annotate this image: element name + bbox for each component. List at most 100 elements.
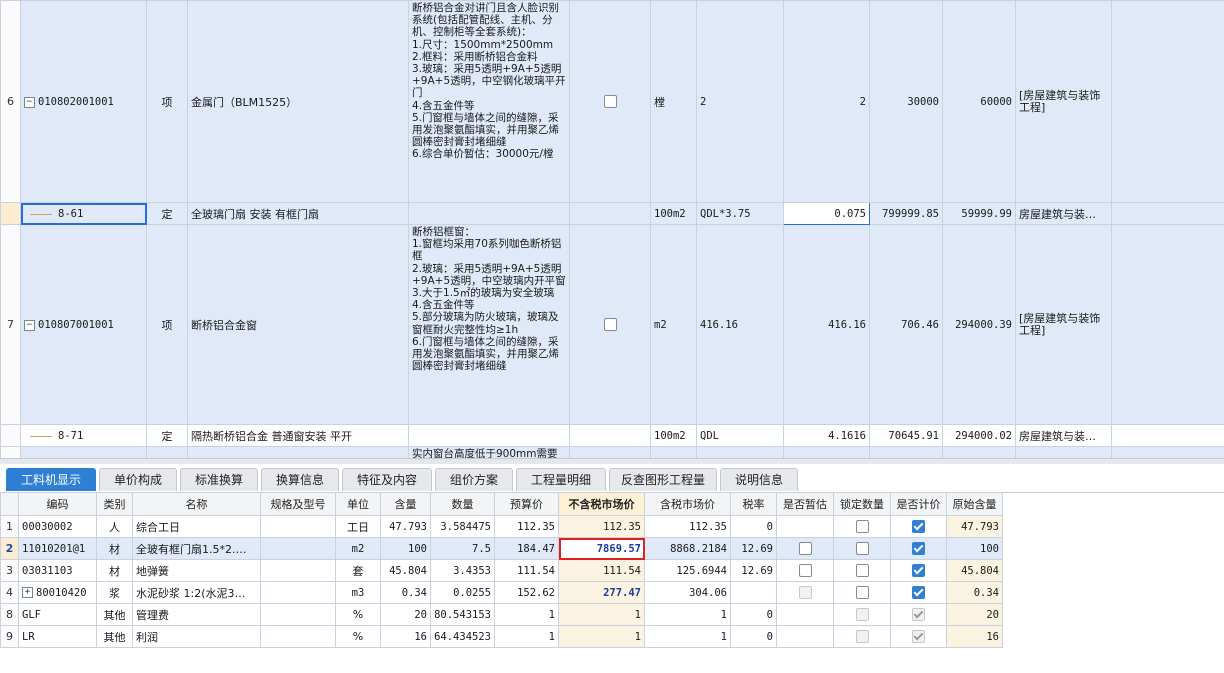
col-market-price-excl-tax[interactable]: 不含税市场价 [558,492,645,516]
checkbox-icon[interactable] [912,520,925,534]
checkbox-icon[interactable] [912,564,925,578]
material-spec[interactable] [260,515,336,538]
checkbox-icon[interactable] [912,586,925,600]
market-price-incl-tax[interactable]: 125.6944 [644,559,731,582]
tab-quantity-details[interactable]: 工程量明细 [516,468,606,491]
table-row[interactable]: 8 GLF 其他 管理费 % 20 80.543153 1 1 1 0 20 [0,603,1003,626]
material-content[interactable]: 100 [380,537,431,560]
checkbox-icon[interactable] [855,520,869,534]
tab-materials[interactable]: 工料机显示 [6,468,96,491]
market-price-excl-tax-edit[interactable]: 7869.57 [558,537,645,560]
bill-row-partial[interactable]: 实内窗台高度低于900mm需要 [0,445,1224,458]
bill-row[interactable]: 7 −010807001001 项 断桥铝合金窗 断桥铝框窗： 1.窗框均采用7… [0,224,1224,425]
checkbox-icon[interactable] [855,564,869,578]
market-price-incl-tax[interactable]: 304.06 [644,581,731,604]
col-category[interactable]: 类别 [96,492,133,516]
tab-reverse-lookup[interactable]: 反查图形工程量 [609,468,717,491]
material-name[interactable]: 综合工日 [132,515,261,538]
collapse-icon[interactable]: − [24,319,35,331]
col-spec[interactable]: 规格及型号 [260,492,336,516]
col-quantity[interactable]: 数量 [430,492,495,516]
quantity-expression[interactable]: 416.16 [696,224,784,425]
tab-pricing-scheme[interactable]: 组价方案 [435,468,513,491]
col-code[interactable]: 编码 [18,492,97,516]
item-description[interactable]: 断桥铝合金对讲门且含人脸识别系统(包括配管配线、主机、分机、控制柜等全套系统)：… [408,0,570,203]
col-provisional[interactable]: 是否暂估 [776,492,834,516]
market-price-incl-tax[interactable]: 1 [644,625,731,648]
market-price-excl-tax[interactable]: 1 [558,603,645,626]
material-content[interactable]: 47.793 [380,515,431,538]
collapse-icon[interactable]: − [24,96,35,108]
market-price-incl-tax[interactable]: 112.35 [644,515,731,538]
material-spec[interactable] [260,581,336,604]
col-lock-quantity[interactable]: 锁定数量 [833,492,891,516]
tab-price-composition[interactable]: 单价构成 [99,468,177,491]
material-name[interactable]: 全玻有框门扇1.5*2.… [132,537,261,560]
market-price-excl-tax[interactable]: 112.35 [558,515,645,538]
market-price-incl-tax[interactable]: 1 [644,603,731,626]
quantity-expression[interactable]: QDL [696,424,784,447]
tab-features[interactable]: 特征及内容 [342,468,432,491]
material-content[interactable]: 20 [380,603,431,626]
material-name[interactable]: 水泥砂浆 1:2(水泥3… [132,581,261,604]
checkbox-icon[interactable] [855,542,869,556]
item-description[interactable]: 断桥铝框窗： 1.窗框均采用70系列咖色断桥铝框 2.玻璃：采用5透明+9A+5… [408,224,570,425]
col-unit[interactable]: 单位 [335,492,381,516]
material-code[interactable]: 00030002 [18,515,97,538]
col-market-price-incl-tax[interactable]: 含税市场价 [644,492,731,516]
tab-conversion-info[interactable]: 换算信息 [261,468,339,491]
market-price-excl-tax[interactable]: 1 [558,625,645,648]
plus-icon[interactable]: + [22,587,33,598]
material-spec[interactable] [260,559,336,582]
tax-rate[interactable]: 0 [730,515,777,538]
tax-rate[interactable]: 12.69 [730,537,777,560]
quantity[interactable]: 4.1616 [783,424,870,447]
market-price-incl-tax[interactable]: 8868.2184 [644,537,731,560]
tax-rate[interactable]: 0 [730,625,777,648]
material-code[interactable]: 03031103 [18,559,97,582]
quantity-expression[interactable]: QDL*3.75 [696,202,784,225]
col-original-content[interactable]: 原始含量 [946,492,1003,516]
checkbox-icon[interactable] [603,318,617,332]
table-row[interactable]: 1 00030002 人 综合工日 工日 47.793 3.584475 112… [0,515,1003,538]
material-spec[interactable] [260,603,336,626]
item-name[interactable]: 金属门（BLM1525） [187,0,409,203]
quantity[interactable]: 2 [783,0,870,203]
bill-row[interactable]: 6 −010802001001 项 金属门（BLM1525） 断桥铝合金对讲门且… [0,0,1224,203]
tab-standard-conversion[interactable]: 标准换算 [180,468,258,491]
table-row-selected[interactable]: 2 11010201@1 材 全玻有框门扇1.5*2.… m2 100 7.5 … [0,537,1003,560]
item-name[interactable]: 断桥铝合金窗 [187,224,409,425]
tab-description[interactable]: 说明信息 [720,468,798,491]
material-code[interactable]: 11010201@1 [18,537,97,560]
bill-sub-row[interactable]: 8-71 定 隔热断桥铝合金 普通窗安装 平开 100m2 QDL 4.1616… [0,424,1224,447]
item-name[interactable]: 隔热断桥铝合金 普通窗安装 平开 [187,424,409,447]
checkbox-icon[interactable] [855,586,869,600]
col-budget-price[interactable]: 预算价 [494,492,559,516]
material-code[interactable]: LR [18,625,97,648]
table-row[interactable]: 4 +80010420 浆 水泥砂浆 1:2(水泥3… m3 0.34 0.02… [0,581,1003,604]
material-name[interactable]: 地弹簧 [132,559,261,582]
checkbox-icon[interactable] [603,95,617,109]
table-row[interactable]: 3 03031103 材 地弹簧 套 45.804 3.4353 111.54 … [0,559,1003,582]
col-content[interactable]: 含量 [380,492,431,516]
material-code[interactable]: GLF [18,603,97,626]
material-spec[interactable] [260,625,336,648]
market-price-excl-tax[interactable]: 277.47 [558,581,645,604]
tax-rate[interactable]: 12.69 [730,559,777,582]
checkbox-icon[interactable] [912,542,925,556]
tax-rate[interactable] [730,581,777,604]
col-tax-rate[interactable]: 税率 [730,492,777,516]
material-content[interactable]: 0.34 [380,581,431,604]
quantity-edit-field[interactable]: 0.075 [783,202,870,225]
checkbox-icon[interactable] [798,542,812,556]
material-name[interactable]: 利润 [132,625,261,648]
table-row[interactable]: 9 LR 其他 利润 % 16 64.434523 1 1 1 0 16 [0,625,1003,648]
item-name[interactable]: 全玻璃门扇 安装 有框门扇 [187,202,409,225]
material-name[interactable]: 管理费 [132,603,261,626]
material-spec[interactable] [260,537,336,560]
market-price-excl-tax[interactable]: 111.54 [558,559,645,582]
checkbox-icon[interactable] [798,564,812,578]
col-name[interactable]: 名称 [132,492,261,516]
material-content[interactable]: 16 [380,625,431,648]
bill-sub-row-selected[interactable]: 8-61 定 全玻璃门扇 安装 有框门扇 100m2 QDL*3.75 0.07… [0,202,1224,225]
